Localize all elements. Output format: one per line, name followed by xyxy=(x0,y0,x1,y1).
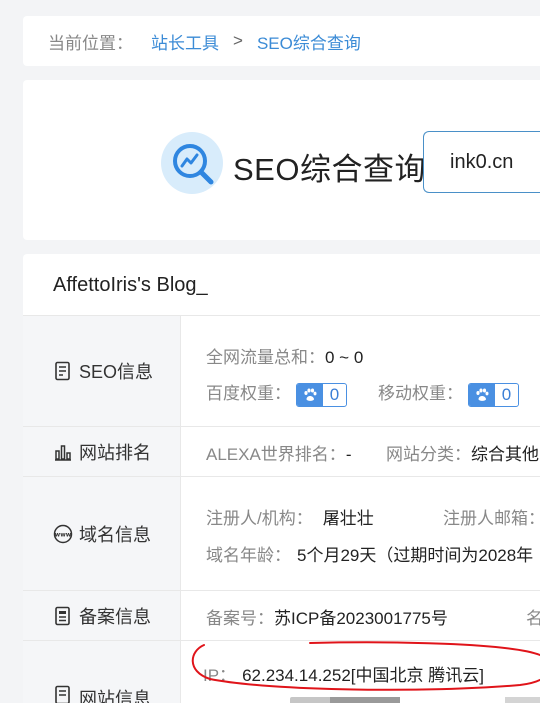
domain-age: 域名年龄： 5个月29天（过期时间为2028年 xyxy=(206,541,533,566)
record-icon xyxy=(53,606,73,626)
progress-bar-fill xyxy=(330,697,400,703)
mobile-weight: 移动权重： 0 xyxy=(378,379,520,407)
server-icon xyxy=(53,685,73,703)
icp-name: 名 xyxy=(526,604,540,629)
registrant: 注册人/机构： 屠壮壮 xyxy=(206,504,374,529)
mobile-weight-label: 移动权重： xyxy=(378,384,463,403)
domain-search-input[interactable]: ink0.cn xyxy=(423,131,540,193)
breadcrumb-separator: > xyxy=(233,31,243,50)
row-label-text: 备案信息 xyxy=(79,606,151,627)
row-site-rank: 网站排名 ALEXA世界排名：- 网站分类：综合其他 xyxy=(23,427,540,477)
baidu-weight-badge[interactable]: 0 xyxy=(295,382,348,407)
row-seo-info: SEO信息 全网流量总和：0 ~ 0 百度权重： 0 移动权重： 0 xyxy=(23,316,540,427)
server-ip-value[interactable]: 62.234.14.252[中国北京 腾讯云] xyxy=(242,666,484,685)
alexa-rank-value: - xyxy=(345,445,352,464)
icp-name-label: 名 xyxy=(526,609,540,628)
breadcrumb: 当前位置： 站长工具 > SEO综合查询 xyxy=(23,16,540,66)
baidu-weight-value: 0 xyxy=(322,384,347,405)
traffic-label: 全网流量总和： xyxy=(206,348,325,367)
row-label-rank: 网站排名 xyxy=(23,427,181,476)
progress-bar-track xyxy=(505,697,540,703)
bar-chart-icon xyxy=(53,442,73,462)
breadcrumb-label: 当前位置： xyxy=(48,33,133,53)
alexa-rank: ALEXA世界排名：- xyxy=(206,440,351,465)
site-category-value[interactable]: 综合其他 xyxy=(471,445,539,464)
row-label-text: 域名信息 xyxy=(79,524,151,545)
breadcrumb-home-link[interactable]: 站长工具 xyxy=(151,29,219,54)
row-label-seo: SEO信息 xyxy=(23,316,181,426)
alexa-rank-label: ALEXA世界排名： xyxy=(206,445,346,464)
registrant-email-label: 注册人邮箱： xyxy=(443,509,540,528)
row-label-domain: www 域名信息 xyxy=(23,477,181,590)
row-server-info: 网站信息 IP： 62.234.14.252[中国北京 腾讯云] xyxy=(23,641,540,703)
icp-number-value[interactable]: 苏ICP备2023001775号 xyxy=(274,609,448,628)
site-title: AffettoIris's Blog_ xyxy=(53,274,208,296)
traffic-value: 0 ~ 0 xyxy=(325,348,364,367)
site-category-label: 网站分类： xyxy=(386,445,471,464)
baidu-weight: 百度权重： 0 xyxy=(206,379,348,407)
server-ip-label: IP： xyxy=(203,666,237,685)
svg-text:www: www xyxy=(55,531,72,538)
mobile-weight-badge[interactable]: 0 xyxy=(467,382,520,407)
mobile-weight-value: 0 xyxy=(494,384,519,405)
row-domain-info: www 域名信息 注册人/机构： 屠壮壮 注册人邮箱： 域名年龄： 5个月29天（过… xyxy=(23,477,540,591)
server-ip: IP： 62.234.14.252[中国北京 腾讯云] xyxy=(203,661,484,686)
registrant-value: 屠壮壮 xyxy=(322,509,374,528)
row-label-icp: 备案信息 xyxy=(23,591,181,640)
document-icon xyxy=(53,361,73,381)
row-label-text: 网站信息 xyxy=(79,689,151,703)
chart-magnifier-icon xyxy=(161,132,223,194)
traffic-total: 全网流量总和：0 ~ 0 xyxy=(206,343,363,368)
site-category: 网站分类：综合其他 xyxy=(386,440,539,465)
www-icon: www xyxy=(53,524,73,544)
row-icp-info: 备案信息 备案号：苏ICP备2023001775号 名 xyxy=(23,591,540,641)
baidu-paw-icon xyxy=(468,383,495,406)
breadcrumb-current-link[interactable]: SEO综合查询 xyxy=(257,29,361,54)
baidu-paw-icon xyxy=(296,383,323,406)
search-card: SEO综合查询 ink0.cn xyxy=(23,80,540,240)
site-info-card: AffettoIris's Blog_ SEO信息 全网流量总和：0 ~ 0 百… xyxy=(23,254,540,703)
search-title: SEO综合查询 xyxy=(233,152,426,187)
domain-age-label: 域名年龄： xyxy=(206,546,291,565)
registrant-email: 注册人邮箱： xyxy=(443,504,540,529)
row-label-text: 网站排名 xyxy=(79,442,151,463)
row-label-text: SEO信息 xyxy=(79,362,154,382)
baidu-weight-label: 百度权重： xyxy=(206,384,291,403)
row-label-server: 网站信息 xyxy=(23,641,181,703)
icp-number: 备案号：苏ICP备2023001775号 xyxy=(206,604,448,629)
icp-number-label: 备案号： xyxy=(206,609,274,628)
domain-age-value: 5个月29天（过期时间为2028年 xyxy=(297,546,534,565)
registrant-label: 注册人/机构： xyxy=(206,509,313,528)
